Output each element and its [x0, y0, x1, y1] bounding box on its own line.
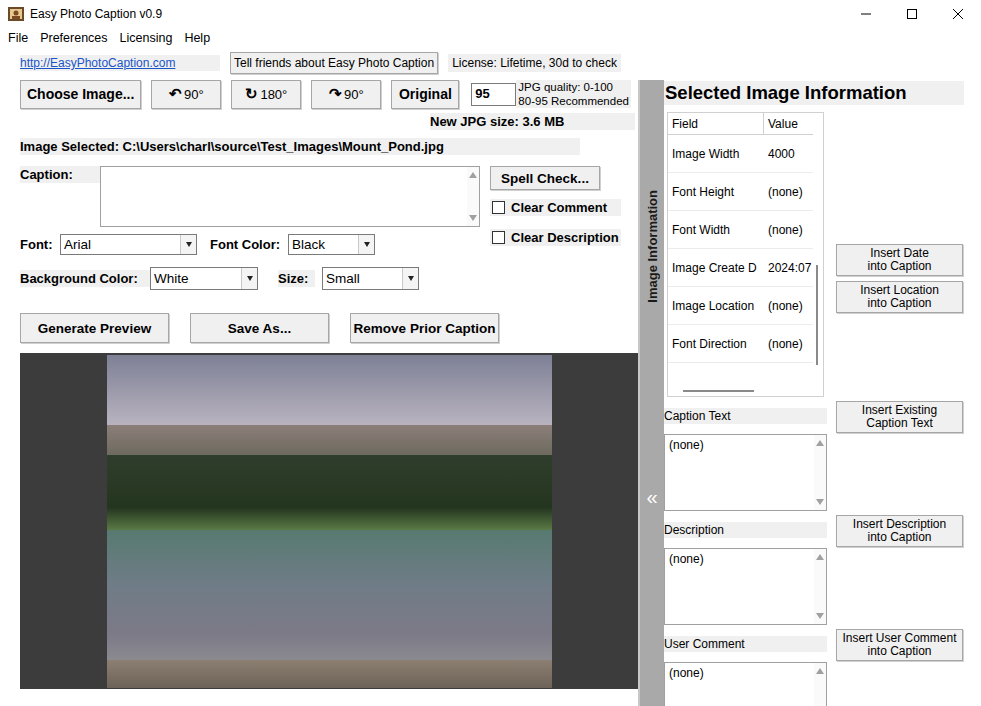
insert-button[interactable]: Insert Dateinto Caption	[836, 244, 963, 276]
menu-bar: File Preferences Licensing Help	[0, 28, 981, 48]
jpg-quality-input[interactable]: 95	[471, 83, 516, 106]
close-icon	[952, 8, 964, 20]
info-table: FieldValueImage Width4000Font Height(non…	[667, 112, 824, 397]
table-row[interactable]: Image Create D2024:07	[668, 249, 813, 287]
dropdown[interactable]: Arial	[60, 234, 197, 255]
app-window: Easy Photo Caption v0.9File Preferences Li…	[0, 0, 981, 706]
insert-button[interactable]: Insert User Commentinto Caption	[836, 629, 963, 661]
table-row[interactable]: Font Height(none)	[668, 173, 813, 211]
text-field[interactable]: (none)	[664, 662, 827, 706]
spell-check-button[interactable]: Spell Check...	[490, 166, 600, 190]
menu-item[interactable]: Licensing	[120, 31, 173, 45]
share-button[interactable]: Tell friends about Easy Photo Caption	[230, 52, 438, 74]
dropdown-label: Font Color:	[210, 237, 288, 252]
text-field[interactable]: (none)	[664, 548, 827, 625]
rotate-icon: ↷	[329, 85, 342, 103]
scrollbar[interactable]	[467, 167, 479, 226]
photo-preview	[107, 355, 552, 688]
maximize-icon	[906, 8, 918, 20]
dropdown[interactable]: White	[150, 267, 258, 290]
minimize-button[interactable]	[843, 0, 889, 28]
preview-area	[20, 353, 638, 689]
field-label: Caption Text	[664, 408, 827, 424]
table-row[interactable]: Font Width(none)	[668, 211, 813, 249]
jpg-quality-hint: JPG quality: 0-10080-95 Recommended	[516, 80, 631, 108]
rotate-icon: ↶	[169, 85, 182, 103]
column-header[interactable]: Field	[668, 113, 764, 134]
title-bar: Easy Photo Caption v0.9	[0, 0, 981, 28]
caption-label: Caption:	[20, 166, 100, 183]
minimize-icon	[860, 8, 872, 20]
toolbar-button[interactable]: ↷90°	[311, 80, 381, 109]
dropdown[interactable]: Small	[322, 267, 419, 290]
menu-item[interactable]: Preferences	[40, 31, 107, 45]
editor-panel: http://EasyPhotoCaption.com Tell friends …	[0, 48, 638, 706]
insert-button[interactable]: Insert ExistingCaption Text	[836, 401, 963, 433]
table-row[interactable]: Image Location(none)	[668, 287, 813, 325]
field-label: Description	[664, 522, 827, 538]
menu-item[interactable]: Help	[184, 31, 210, 45]
menu-item[interactable]: File	[8, 31, 28, 45]
dropdown[interactable]: Black	[288, 234, 375, 255]
panel-splitter[interactable]: Image Information «	[638, 80, 664, 706]
splitter-label: Image Information	[645, 190, 660, 303]
text-field[interactable]: (none)	[664, 434, 827, 511]
toolbar-button[interactable]: Original	[391, 80, 459, 109]
app-logo-icon	[8, 6, 24, 22]
toolbar-button[interactable]: Choose Image...	[20, 80, 141, 109]
rotate-icon: ↻	[245, 85, 258, 103]
website-link[interactable]: http://EasyPhotoCaption.com	[20, 55, 220, 71]
main-area: http://EasyPhotoCaption.com Tell friends …	[0, 48, 981, 706]
action-button[interactable]: Generate Preview	[20, 313, 169, 343]
license-label: License: Lifetime, 30d to check	[448, 54, 621, 72]
dropdown-arrow-icon	[402, 268, 418, 289]
insert-button[interactable]: Insert Locationinto Caption	[836, 281, 963, 313]
dropdown-arrow-icon	[180, 235, 196, 254]
insert-button[interactable]: Insert Descriptioninto Caption	[836, 515, 963, 547]
scrollbar[interactable]	[814, 435, 826, 510]
window-title: Easy Photo Caption v0.9	[30, 7, 162, 21]
column-header[interactable]: Value	[764, 117, 813, 131]
info-title: Selected Image Information	[664, 81, 964, 105]
scrollbar[interactable]	[814, 663, 826, 706]
dropdown-label: Font:	[20, 237, 60, 252]
checkbox[interactable]	[492, 201, 505, 214]
scrollbar[interactable]	[813, 113, 823, 396]
caption-input[interactable]	[100, 166, 480, 227]
checkbox[interactable]	[492, 231, 505, 244]
checkbox-row[interactable]: Clear Comment	[490, 199, 621, 216]
table-header: FieldValue	[668, 113, 813, 135]
checkbox-row[interactable]: Clear Description	[490, 229, 621, 246]
maximize-button[interactable]	[889, 0, 935, 28]
action-button[interactable]: Remove Prior Caption	[350, 313, 499, 343]
close-button[interactable]	[935, 0, 981, 28]
image-selected-label: Image Selected: C:\Users\charl\source\Te…	[20, 138, 580, 155]
dropdown-label: Size:	[278, 270, 315, 287]
new-size-label: New JPG size: 3.6 MB	[430, 113, 635, 130]
collapse-button[interactable]: «	[646, 487, 657, 507]
table-row[interactable]: Font Direction(none)	[668, 325, 813, 363]
table-row[interactable]: Image Width4000	[668, 135, 813, 173]
dropdown-arrow-icon	[358, 235, 374, 254]
field-label: User Comment	[664, 636, 827, 652]
scrollbar[interactable]	[668, 387, 813, 396]
info-panel: Selected Image InformationFieldValueImag…	[664, 48, 981, 706]
action-button[interactable]: Save As...	[190, 313, 329, 343]
dropdown-arrow-icon	[241, 268, 257, 289]
toolbar-button[interactable]: ↻180°	[231, 80, 301, 109]
scrollbar[interactable]	[814, 549, 826, 624]
dropdown-label: Background Color:	[20, 270, 150, 287]
toolbar-button[interactable]: ↶90°	[151, 80, 221, 109]
